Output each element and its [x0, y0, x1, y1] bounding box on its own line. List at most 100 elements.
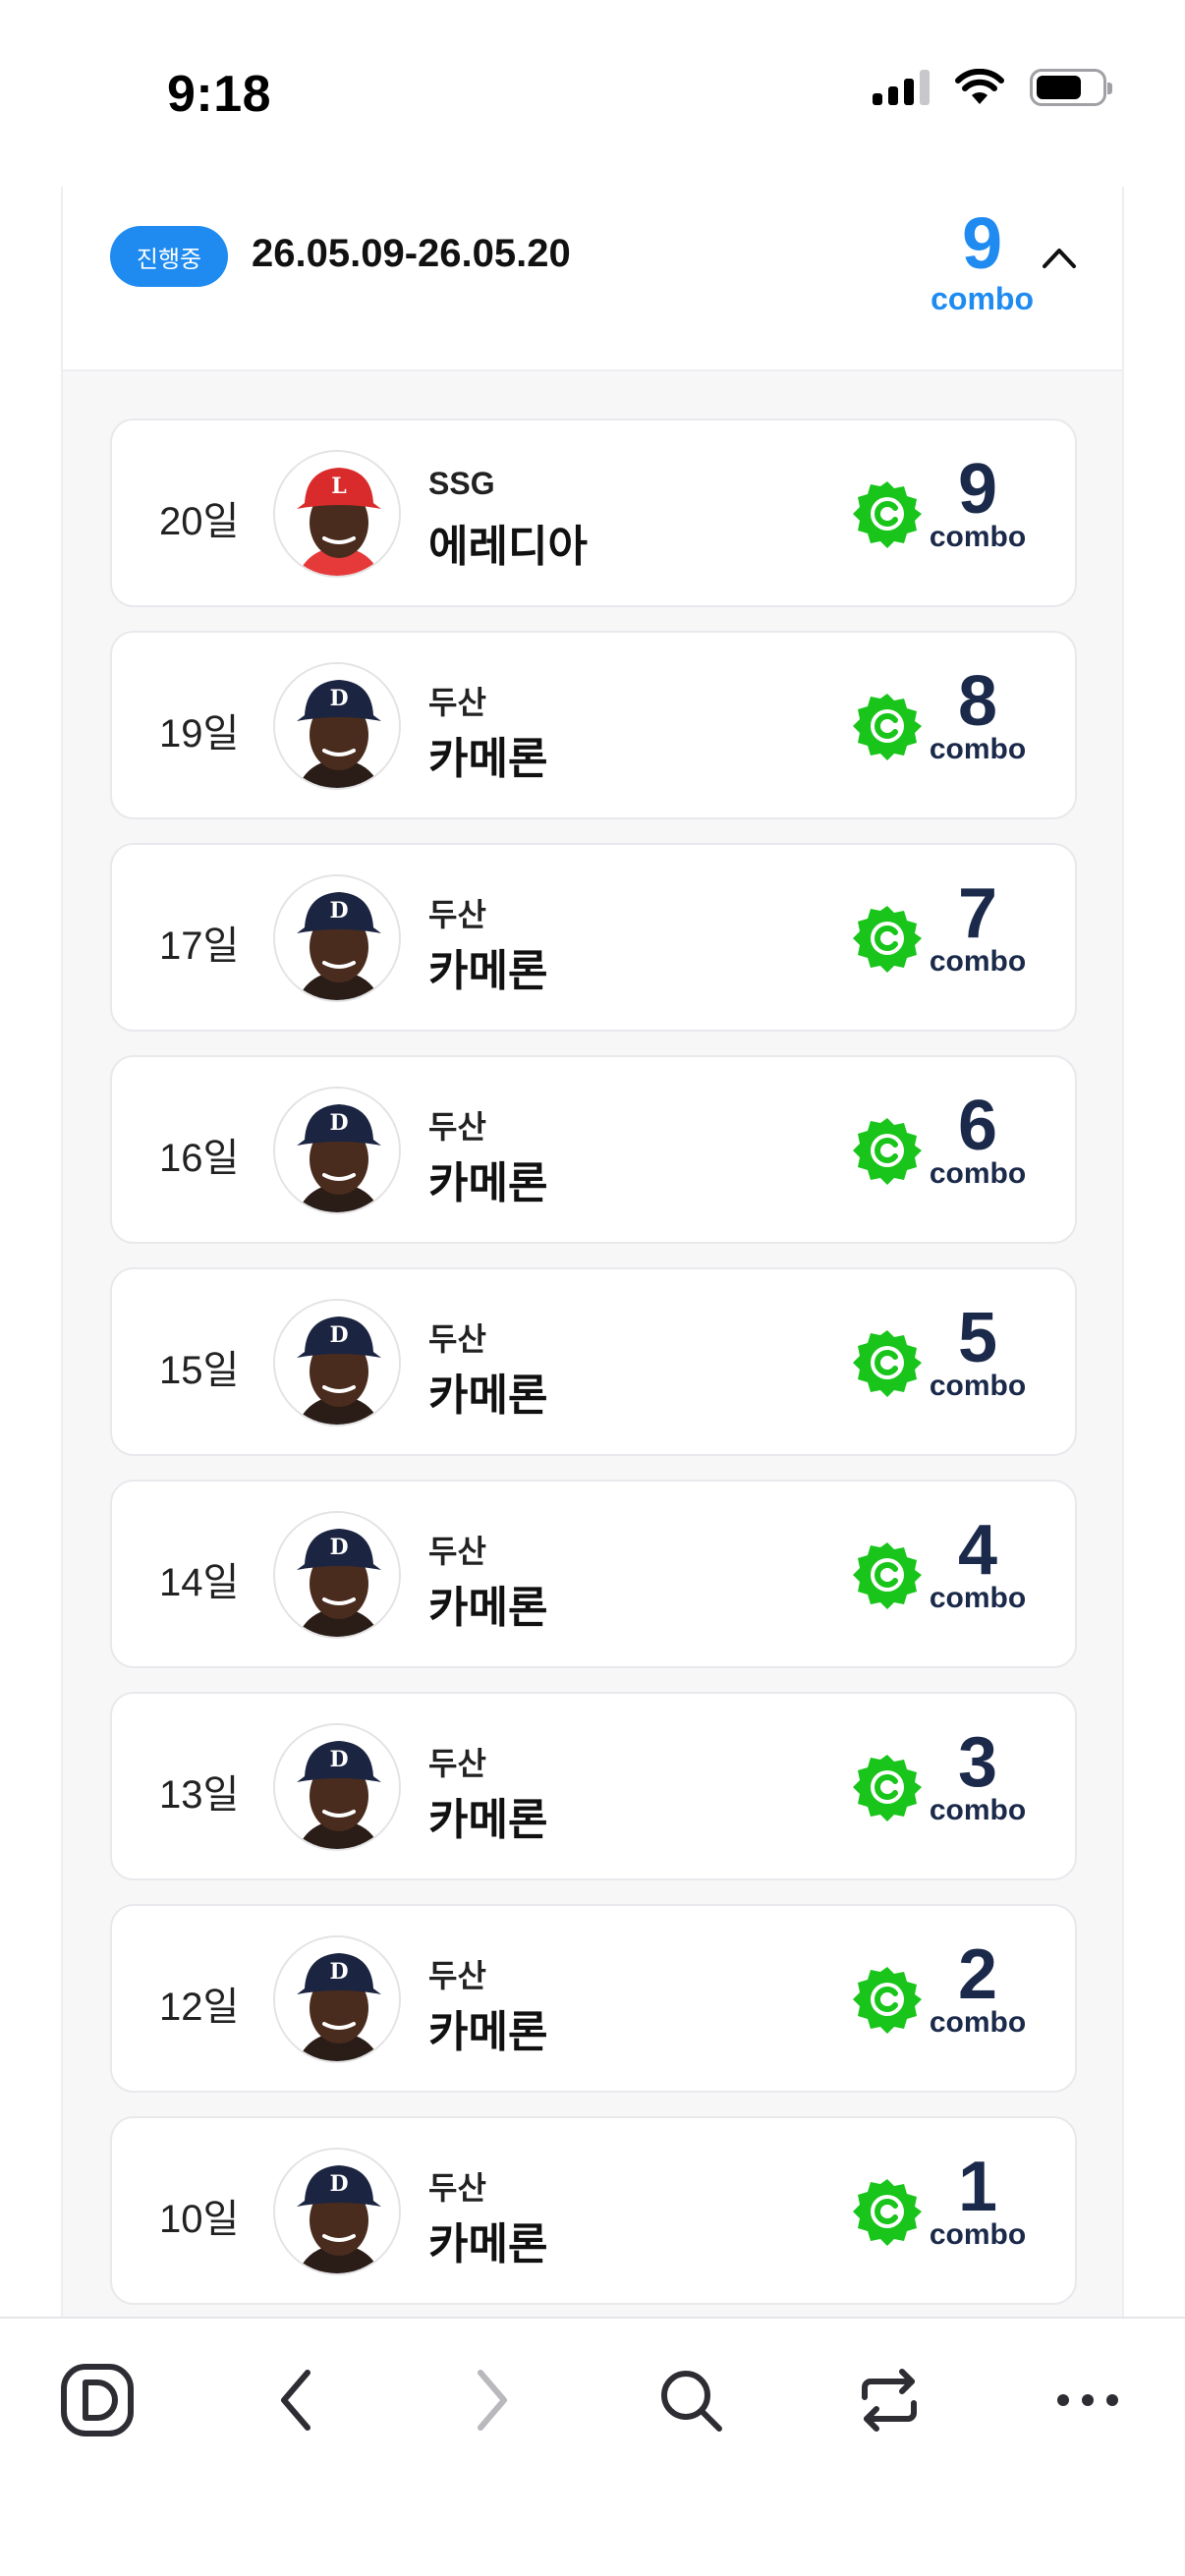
total-combo: 9 combo — [931, 202, 1034, 316]
player-name: 카메론 — [428, 1584, 548, 1632]
svg-text:D: D — [329, 1959, 348, 1985]
svg-text:D: D — [329, 1747, 348, 1772]
team-name: SSG — [428, 466, 495, 501]
entry-combo-label: combo — [929, 1582, 1027, 1614]
svg-text:D: D — [329, 2171, 348, 2197]
svg-text:D: D — [329, 1322, 348, 1348]
svg-text:D: D — [329, 898, 348, 924]
combo-entry[interactable]: 14일 D 두산 카메론 4 combo — [110, 1480, 1077, 1668]
player-avatar: D — [273, 1935, 401, 2063]
combo-entry[interactable]: 10일 D 두산 카메론 1 combo — [110, 2116, 1077, 2305]
combo-entry-list: 20일 L SSG 에레디아 9 combo 19일 D 두산 카메론 8 co… — [110, 419, 1077, 2328]
combo-entry[interactable]: 15일 D 두산 카메론 5 combo — [110, 1267, 1077, 1456]
entry-combo-label: combo — [929, 521, 1027, 553]
status-time: 9:18 — [167, 66, 272, 123]
entry-day: 17일 — [159, 924, 240, 968]
back-button[interactable] — [252, 2356, 340, 2444]
team-name: 두산 — [428, 897, 486, 932]
entry-day: 10일 — [159, 2198, 240, 2241]
browser-toolbar — [0, 2317, 1185, 2576]
combo-entry[interactable]: 16일 D 두산 카메론 6 combo — [110, 1055, 1077, 1244]
entry-combo: 2 combo — [924, 1935, 1032, 2039]
date-range: 26.05.09-26.05.20 — [252, 232, 571, 275]
battery-icon — [1030, 69, 1112, 106]
entry-combo-label: combo — [929, 945, 1027, 978]
tabs-switch-icon — [862, 2369, 917, 2432]
player-avatar: D — [273, 1087, 401, 1214]
entry-day: 13일 — [159, 1773, 240, 1817]
combo-check-badge-icon — [853, 906, 922, 973]
player-name: 카메론 — [428, 1159, 548, 1207]
player-avatar: D — [273, 2148, 401, 2275]
player-name: 카메론 — [428, 2008, 548, 2056]
entry-combo: 5 combo — [924, 1299, 1032, 1402]
team-name: 두산 — [428, 2170, 486, 2206]
entry-combo-count: 8 — [957, 662, 998, 741]
panel-header[interactable]: 진행중 26.05.09-26.05.20 9 combo — [63, 187, 1122, 371]
player-name: 카메론 — [428, 735, 548, 783]
entry-combo-label: combo — [929, 1370, 1027, 1402]
player-name: 카메론 — [428, 1796, 548, 1844]
entry-day: 12일 — [159, 1986, 240, 2029]
forward-button[interactable] — [448, 2356, 536, 2444]
combo-entry[interactable]: 17일 D 두산 카메론 7 combo — [110, 843, 1077, 1032]
entry-combo-count: 9 — [957, 450, 998, 529]
entry-combo-count: 2 — [957, 1935, 998, 2014]
team-name: 두산 — [428, 685, 486, 720]
entry-combo-count: 7 — [957, 874, 998, 953]
entry-combo-label: combo — [929, 733, 1027, 765]
in-progress-badge: 진행중 — [110, 226, 228, 287]
player-avatar: D — [273, 662, 401, 790]
combo-entry[interactable]: 12일 D 두산 카메론 2 combo — [110, 1904, 1077, 2093]
entry-combo-label: combo — [929, 1794, 1027, 1826]
combo-check-badge-icon — [853, 1118, 922, 1185]
tabs-button[interactable] — [845, 2356, 933, 2444]
entry-combo-count: 4 — [957, 1511, 998, 1590]
svg-text:D: D — [329, 686, 348, 711]
player-name: 에레디아 — [428, 523, 588, 571]
entry-combo-label: combo — [929, 2006, 1027, 2039]
combo-check-badge-icon — [853, 1967, 922, 2034]
total-combo-label: combo — [931, 281, 1034, 316]
entry-combo-count: 5 — [957, 1299, 998, 1377]
forward-arrow-icon — [478, 2370, 507, 2431]
cellular-signal-icon — [873, 70, 930, 105]
combo-check-badge-icon — [853, 481, 922, 548]
team-name: 두산 — [428, 1321, 486, 1357]
combo-panel: 진행중 26.05.09-26.05.20 9 combo 20일 L SSG … — [61, 187, 1124, 2319]
search-button[interactable] — [647, 2356, 735, 2444]
combo-check-badge-icon — [853, 1330, 922, 1397]
player-avatar: D — [273, 874, 401, 1002]
more-button[interactable] — [1044, 2356, 1132, 2444]
more-icon — [1057, 2394, 1118, 2406]
player-avatar: D — [273, 1723, 401, 1851]
svg-text:L: L — [331, 474, 346, 499]
svg-text:D: D — [329, 1110, 348, 1136]
entry-combo: 8 combo — [924, 662, 1032, 765]
entry-combo: 7 combo — [924, 874, 1032, 978]
team-name: 두산 — [428, 1109, 486, 1145]
entry-day: 20일 — [159, 500, 240, 543]
combo-check-badge-icon — [853, 2179, 922, 2246]
status-bar: 9:18 — [0, 0, 1185, 187]
team-name: 두산 — [428, 1958, 486, 1993]
player-avatar: D — [273, 1299, 401, 1427]
entry-combo-count: 1 — [957, 2148, 998, 2226]
player-avatar: L — [273, 450, 401, 578]
browser-logo-button[interactable] — [53, 2356, 141, 2444]
combo-entry[interactable]: 20일 L SSG 에레디아 9 combo — [110, 419, 1077, 607]
entry-combo-count: 6 — [957, 1087, 998, 1165]
entry-combo: 1 combo — [924, 2148, 1032, 2250]
combo-entry[interactable]: 13일 D 두산 카메론 3 combo — [110, 1692, 1077, 1880]
browser-logo-icon — [61, 2364, 134, 2436]
player-name: 카메론 — [428, 1372, 548, 1420]
total-combo-count: 9 — [961, 202, 1003, 284]
entry-day: 15일 — [159, 1349, 240, 1392]
entry-combo-count: 3 — [957, 1723, 998, 1802]
combo-check-badge-icon — [853, 694, 922, 760]
chevron-up-icon[interactable] — [1042, 246, 1077, 269]
player-name: 카메론 — [428, 2220, 548, 2268]
combo-entry[interactable]: 19일 D 두산 카메론 8 combo — [110, 631, 1077, 819]
combo-check-badge-icon — [853, 1542, 922, 1609]
entry-day: 16일 — [159, 1137, 240, 1180]
